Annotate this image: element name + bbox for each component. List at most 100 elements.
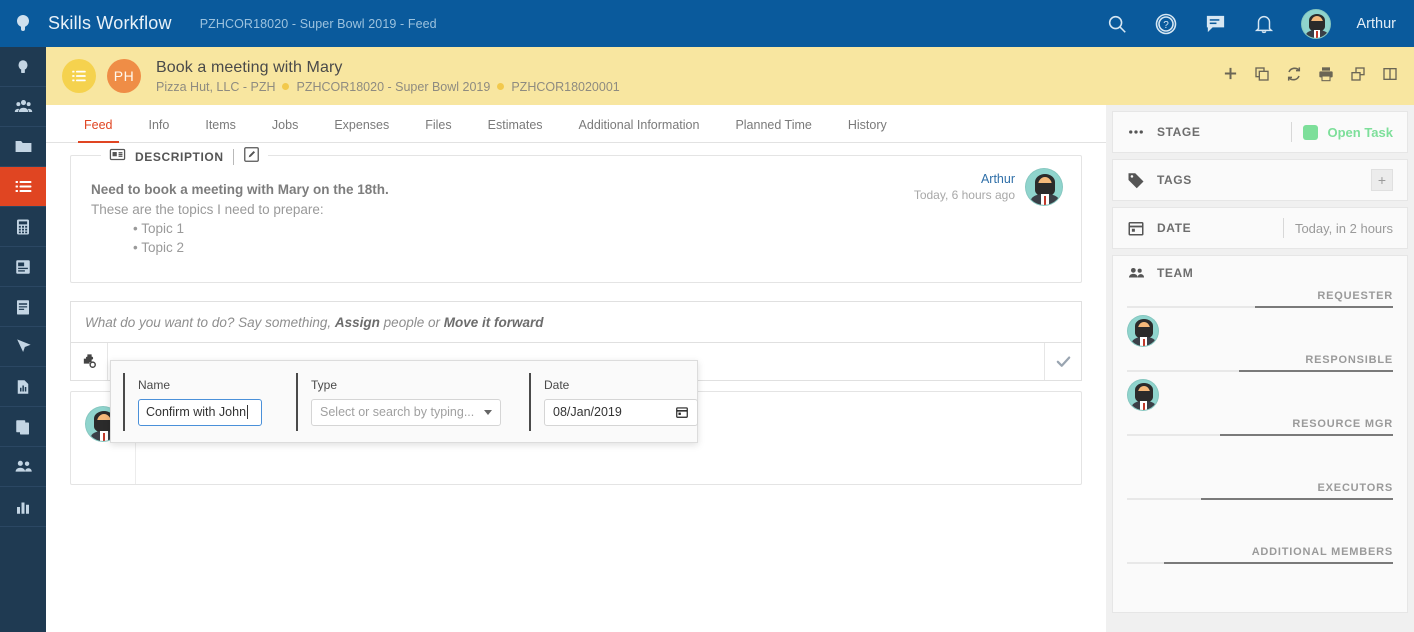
description-author-name[interactable]: Arthur (914, 172, 1015, 186)
tab-files[interactable]: Files (407, 118, 469, 142)
window-popout-icon[interactable] (1350, 66, 1366, 87)
avatar[interactable] (1301, 9, 1331, 39)
role-members[interactable] (1113, 436, 1407, 482)
help-icon[interactable]: ? (1154, 12, 1178, 36)
puzzle-piece-icon[interactable] (71, 343, 108, 380)
tab-bar: FeedInfoItemsJobsExpensesFilesEstimatesA… (46, 105, 1106, 143)
add-tag-button[interactable]: + (1371, 169, 1393, 191)
description-bullet: • Topic 2 (133, 240, 1061, 255)
date-value[interactable]: Today, in 2 hours (1295, 221, 1393, 236)
role-label: REQUESTER (1113, 290, 1407, 306)
app-title: Skills Workflow (48, 13, 172, 34)
avatar[interactable] (1127, 315, 1159, 347)
date-card[interactable]: DATE Today, in 2 hours (1112, 207, 1408, 249)
name-input-value: Confirm with John (146, 405, 246, 419)
role-label: RESOURCE MGR (1113, 418, 1407, 434)
role-members[interactable] (1113, 564, 1407, 610)
role-members[interactable] (1113, 500, 1407, 546)
dots-icon (1127, 123, 1157, 141)
composer-assign-link[interactable]: Assign (335, 315, 380, 330)
team-role-additional-members: ADDITIONAL MEMBERS (1113, 546, 1407, 610)
lightbulb-icon (14, 58, 32, 76)
avatar[interactable] (1127, 379, 1159, 411)
copy-stack-icon (14, 418, 32, 436)
edit-pencil-icon[interactable] (243, 146, 260, 168)
sidebar-item-projects[interactable] (0, 127, 46, 167)
role-members[interactable] (1113, 372, 1407, 418)
sidebar-item-calculator[interactable] (0, 207, 46, 247)
tab-estimates[interactable]: Estimates (470, 118, 561, 142)
quick-create-popup: Name Confirm with John Type Select or se… (110, 360, 698, 443)
app-logo[interactable] (0, 0, 46, 47)
description-legend: DESCRIPTION (101, 146, 268, 168)
calendar-icon[interactable] (675, 405, 689, 419)
team-label: TEAM (1157, 266, 1193, 280)
sidebar-item-tasks[interactable] (0, 167, 46, 207)
tab-expenses[interactable]: Expenses (316, 118, 407, 142)
copy-icon[interactable] (1254, 66, 1270, 87)
tags-card[interactable]: TAGS + (1112, 159, 1408, 201)
team-card: TEAM REQUESTERRESPONSIBLERESOURCE MGREXE… (1112, 255, 1408, 613)
role-underline (1127, 562, 1393, 564)
checkmark-icon[interactable] (1044, 343, 1081, 380)
split-panel-icon[interactable] (1382, 66, 1398, 87)
team-role-resource-mgr: RESOURCE MGR (1113, 418, 1407, 482)
calculator-icon (14, 218, 32, 236)
sidebar-item-ideas[interactable] (0, 47, 46, 87)
sidebar-item-reports[interactable] (0, 367, 46, 407)
tab-additional-information[interactable]: Additional Information (561, 118, 718, 142)
refresh-icon[interactable] (1286, 66, 1302, 87)
date-input[interactable]: 08/Jan/2019 (544, 399, 698, 426)
tab-info[interactable]: Info (131, 118, 188, 142)
date-label: DATE (1157, 221, 1191, 235)
user-name[interactable]: Arthur (1357, 16, 1397, 32)
stage-color-chip (1303, 125, 1318, 140)
sidebar-item-analytics[interactable] (0, 487, 46, 527)
plus-icon[interactable] (1223, 66, 1238, 86)
status-badge[interactable]: Open Task (1327, 125, 1393, 140)
task-title-block: Book a meeting with Mary Pizza Hut, LLC … (156, 59, 620, 94)
separator-dot-icon (497, 83, 504, 90)
search-icon[interactable] (1106, 13, 1128, 35)
composer-move-link[interactable]: Move it forward (444, 315, 544, 330)
field-accent-bar (296, 373, 298, 431)
team-role-executors: EXECUTORS (1113, 482, 1407, 546)
role-underline (1127, 434, 1393, 436)
sidebar-item-clients[interactable] (0, 87, 46, 127)
print-icon[interactable] (1318, 66, 1334, 87)
tab-jobs[interactable]: Jobs (254, 118, 316, 142)
notification-bell-icon[interactable] (1253, 13, 1275, 35)
task-subtitle: Pizza Hut, LLC - PZH PZHCOR18020 - Super… (156, 80, 620, 94)
date-input-value: 08/Jan/2019 (553, 405, 622, 419)
role-underline (1127, 498, 1393, 500)
tab-feed[interactable]: Feed (66, 118, 131, 142)
page-title: Book a meeting with Mary (156, 59, 620, 77)
sidebar-item-invoices[interactable] (0, 247, 46, 287)
name-input[interactable]: Confirm with John (138, 399, 262, 426)
date-field-label: Date (544, 378, 698, 392)
type-select-placeholder: Select or search by typing... (320, 405, 474, 419)
tab-history[interactable]: History (830, 118, 905, 142)
role-members[interactable] (1113, 308, 1407, 354)
tab-items[interactable]: Items (187, 118, 254, 142)
role-label: EXECUTORS (1113, 482, 1407, 498)
avatar[interactable] (1025, 168, 1063, 206)
description-card: DESCRIPTION Arthur Today, 6 hours ago (70, 155, 1082, 283)
description-label: DESCRIPTION (135, 150, 224, 164)
chevron-down-icon (484, 410, 492, 415)
type-select[interactable]: Select or search by typing... (311, 399, 501, 426)
sidebar-item-resources[interactable] (0, 447, 46, 487)
task-sub-code: PZHCOR18020001 (511, 80, 619, 94)
sidebar-item-library[interactable] (0, 407, 46, 447)
sidebar-item-pointer[interactable] (0, 327, 46, 367)
composer-input[interactable]: What do you want to do? Say something, A… (70, 301, 1082, 343)
stage-card[interactable]: STAGE Open Task (1112, 111, 1408, 153)
team-role-requester: REQUESTER (1113, 290, 1407, 354)
tab-planned-time[interactable]: Planned Time (717, 118, 829, 142)
description-card-icon (109, 146, 126, 168)
tag-icon (1127, 171, 1157, 189)
composer-text-1: What do you want to do? Say something, (85, 315, 335, 330)
sidebar-item-timesheet[interactable] (0, 287, 46, 327)
chat-icon[interactable] (1204, 12, 1227, 35)
type-field-label: Type (311, 378, 501, 392)
